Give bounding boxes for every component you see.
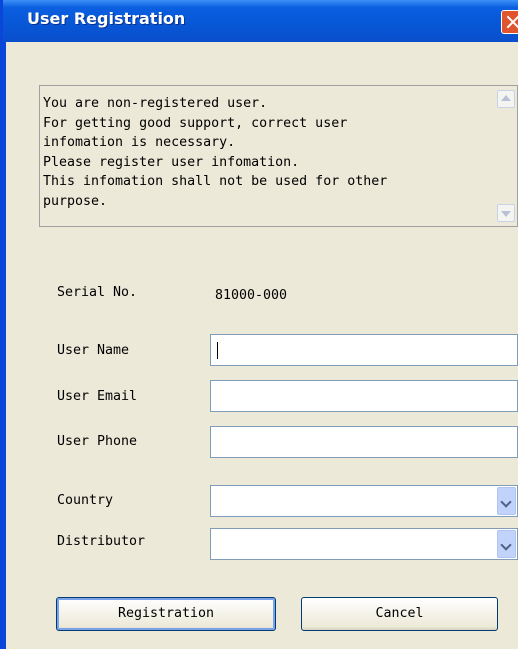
- serial-value: 81000-000: [215, 288, 288, 303]
- chevron-down-icon[interactable]: [497, 530, 516, 558]
- user-phone-input[interactable]: [210, 426, 518, 458]
- country-label: Country: [57, 493, 114, 508]
- serial-field: 81000-000: [210, 278, 518, 310]
- distributor-label: Distributor: [57, 534, 146, 549]
- distributor-select[interactable]: [210, 528, 518, 560]
- chevron-down-icon[interactable]: [497, 487, 516, 515]
- text-caret: [217, 342, 218, 359]
- user-phone-label: User Phone: [57, 434, 138, 449]
- user-name-input[interactable]: [210, 334, 518, 366]
- window-title: User Registration: [27, 9, 186, 28]
- user-email-label: User Email: [57, 389, 138, 404]
- notice-text: You are non-registered user. For getting…: [43, 96, 388, 209]
- user-name-label: User Name: [57, 343, 130, 358]
- dialog-body: You are non-registered user. For getting…: [6, 42, 518, 649]
- registration-button[interactable]: Registration: [56, 597, 276, 631]
- notice-textbox[interactable]: You are non-registered user. For getting…: [39, 85, 518, 227]
- notice-scrollbar[interactable]: [497, 88, 515, 224]
- serial-label: Serial No.: [57, 285, 138, 300]
- user-email-input[interactable]: [210, 380, 518, 412]
- scroll-up-arrow-icon[interactable]: [497, 90, 515, 108]
- cancel-button[interactable]: Cancel: [301, 597, 498, 631]
- close-icon[interactable]: [501, 10, 518, 34]
- country-select[interactable]: [210, 485, 518, 517]
- title-bar[interactable]: User Registration: [3, 0, 518, 42]
- scroll-down-arrow-icon[interactable]: [497, 204, 515, 222]
- registration-dialog: User Registration You are non-registered…: [0, 0, 518, 649]
